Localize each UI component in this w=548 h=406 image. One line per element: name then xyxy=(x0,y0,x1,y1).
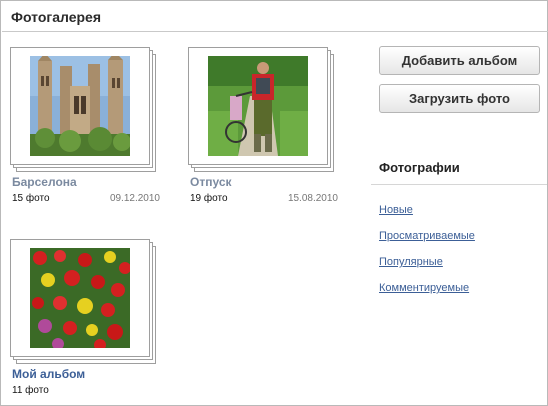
album-card[interactable]: Барселона 15 фото 09.12.2010 xyxy=(10,47,160,207)
photo-gallery-panel: Фотогалерея Барселона 15 фото 09.12.2010… xyxy=(0,0,548,406)
album-photo-count: 11 фото xyxy=(12,385,49,396)
album-title-link[interactable]: Барселона xyxy=(12,175,77,189)
album-date: 15.08.2010 xyxy=(287,193,338,204)
add-album-button[interactable]: Добавить альбом xyxy=(379,46,540,75)
sidebar-divider xyxy=(371,184,547,185)
album-card[interactable]: Отпуск 19 фото 15.08.2010 xyxy=(188,47,338,207)
album-card[interactable]: Мой альбом 11 фото xyxy=(10,239,160,399)
album-title-link[interactable]: Мой альбом xyxy=(12,367,85,381)
album-photo-count: 15 фото xyxy=(12,193,50,204)
cyclist-photo[interactable] xyxy=(208,56,308,156)
sidebar-link-popular[interactable]: Популярные xyxy=(379,256,443,268)
sidebar-title: Фотографии xyxy=(379,160,460,175)
vacation-thumbnail-image xyxy=(208,56,308,156)
album-title-link[interactable]: Отпуск xyxy=(190,175,232,189)
album-photo-count: 19 фото xyxy=(190,193,228,204)
album-date: 09.12.2010 xyxy=(109,193,160,204)
sidebar-link-new[interactable]: Новые xyxy=(379,204,413,216)
album-cover-stack[interactable] xyxy=(188,47,338,172)
flowers-photo[interactable] xyxy=(30,248,130,348)
album-cover-stack[interactable] xyxy=(10,239,160,364)
barcelona-thumbnail-image xyxy=(30,56,130,156)
upload-photo-button[interactable]: Загрузить фото xyxy=(379,84,540,113)
my-album-thumbnail-image xyxy=(30,248,130,348)
barcelona-cathedral-photo[interactable] xyxy=(30,56,130,156)
page-title: Фотогалерея xyxy=(11,9,101,25)
sidebar-link-commented[interactable]: Комментируемые xyxy=(379,282,469,294)
album-cover-stack[interactable] xyxy=(10,47,160,172)
panel-header: Фотогалерея xyxy=(2,2,548,32)
sidebar-link-viewed[interactable]: Просматриваемые xyxy=(379,230,475,242)
